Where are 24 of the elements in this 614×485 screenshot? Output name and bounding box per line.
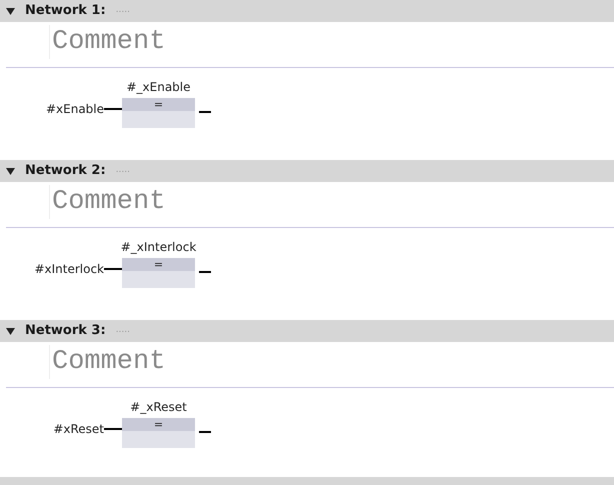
input-operand: #xInterlock [34,260,104,278]
network-header[interactable]: Network 1: ..... [0,0,614,22]
network-title: Network 1: [25,2,106,20]
output-operand: #_xEnable [126,79,191,96]
output-operand: #_xReset [130,399,187,416]
collapse-caret-icon[interactable] [6,328,15,334]
network-header[interactable]: Network 2: ..... [0,160,614,182]
collapse-caret-icon[interactable] [6,168,15,174]
output-wire [199,271,211,273]
input-operand: #xReset [53,420,104,438]
input-operand: #xEnable [46,100,104,118]
network-title-placeholder: ..... [116,324,130,338]
collapse-caret-icon[interactable] [6,8,15,14]
network-title: Network 3: [25,322,106,340]
block-operator: = [122,258,195,271]
network-title: Network 2: [25,162,106,180]
output-wire [199,431,211,433]
output-wire [199,111,211,113]
output-operand: #_xInterlock [120,239,196,256]
network-title-placeholder: ..... [116,164,130,178]
network-header[interactable]: Network 3: ..... [0,320,614,342]
block-operator: = [122,418,195,431]
block-operator: = [122,98,195,111]
network-title-placeholder: ..... [116,4,130,18]
